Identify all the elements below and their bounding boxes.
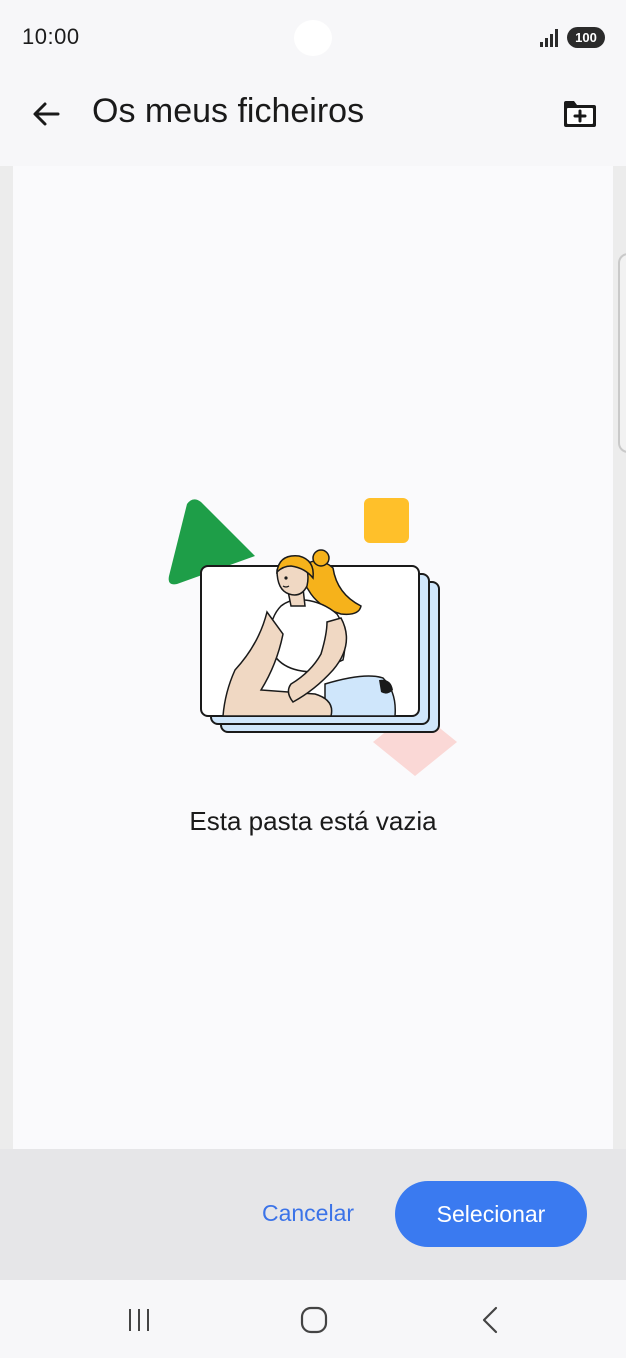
back-nav-button[interactable] — [462, 1298, 518, 1342]
yellow-square-shape — [364, 498, 409, 543]
home-icon — [300, 1306, 328, 1334]
status-bar: 10:00 100 — [0, 0, 626, 76]
recent-apps-button[interactable] — [111, 1298, 167, 1342]
home-button[interactable] — [286, 1298, 342, 1342]
app-bar: Os meus ficheiros — [0, 76, 626, 166]
camera-cutout — [294, 20, 332, 56]
action-bar: Cancelar Selecionar — [0, 1149, 626, 1280]
empty-folder-illustration — [168, 498, 457, 776]
page-title: Os meus ficheiros — [92, 92, 365, 130]
recent-apps-icon — [129, 1309, 149, 1331]
battery-level: 100 — [567, 27, 605, 48]
select-button[interactable]: Selecionar — [395, 1181, 587, 1247]
status-time: 10:00 — [22, 24, 80, 49]
scroll-handle[interactable] — [618, 253, 626, 453]
cancel-button[interactable]: Cancelar — [244, 1185, 372, 1241]
back-button[interactable] — [22, 90, 70, 138]
back-icon — [482, 1306, 498, 1334]
create-folder-button[interactable] — [556, 90, 604, 138]
signal-bars-icon — [540, 29, 558, 47]
create-folder-icon — [564, 101, 596, 127]
arrow-left-icon — [33, 102, 60, 126]
system-nav-bar — [0, 1280, 626, 1358]
left-gutter — [0, 166, 13, 1149]
empty-folder-message: Esta pasta está vazia — [189, 806, 437, 836]
